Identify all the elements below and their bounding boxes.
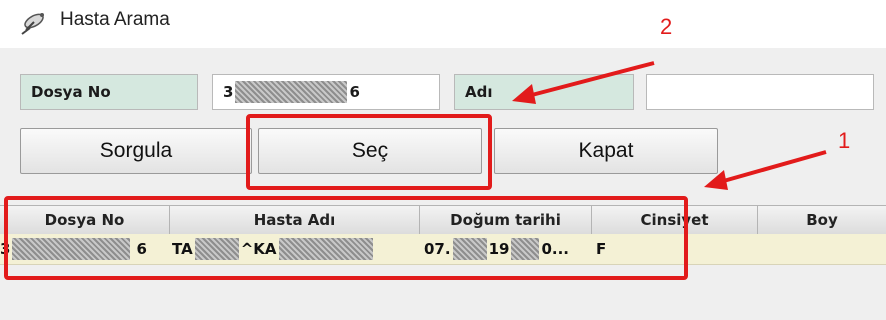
arrow-2-shaft — [527, 61, 655, 98]
arrow-1-head — [704, 170, 728, 190]
arrow-2-head — [512, 84, 536, 104]
annotation-marker-2: 2 — [660, 14, 673, 39]
arrow-1-shaft — [719, 150, 827, 184]
annotation-marker-1: 1 — [838, 128, 851, 153]
annotation-arrows — [512, 61, 827, 190]
